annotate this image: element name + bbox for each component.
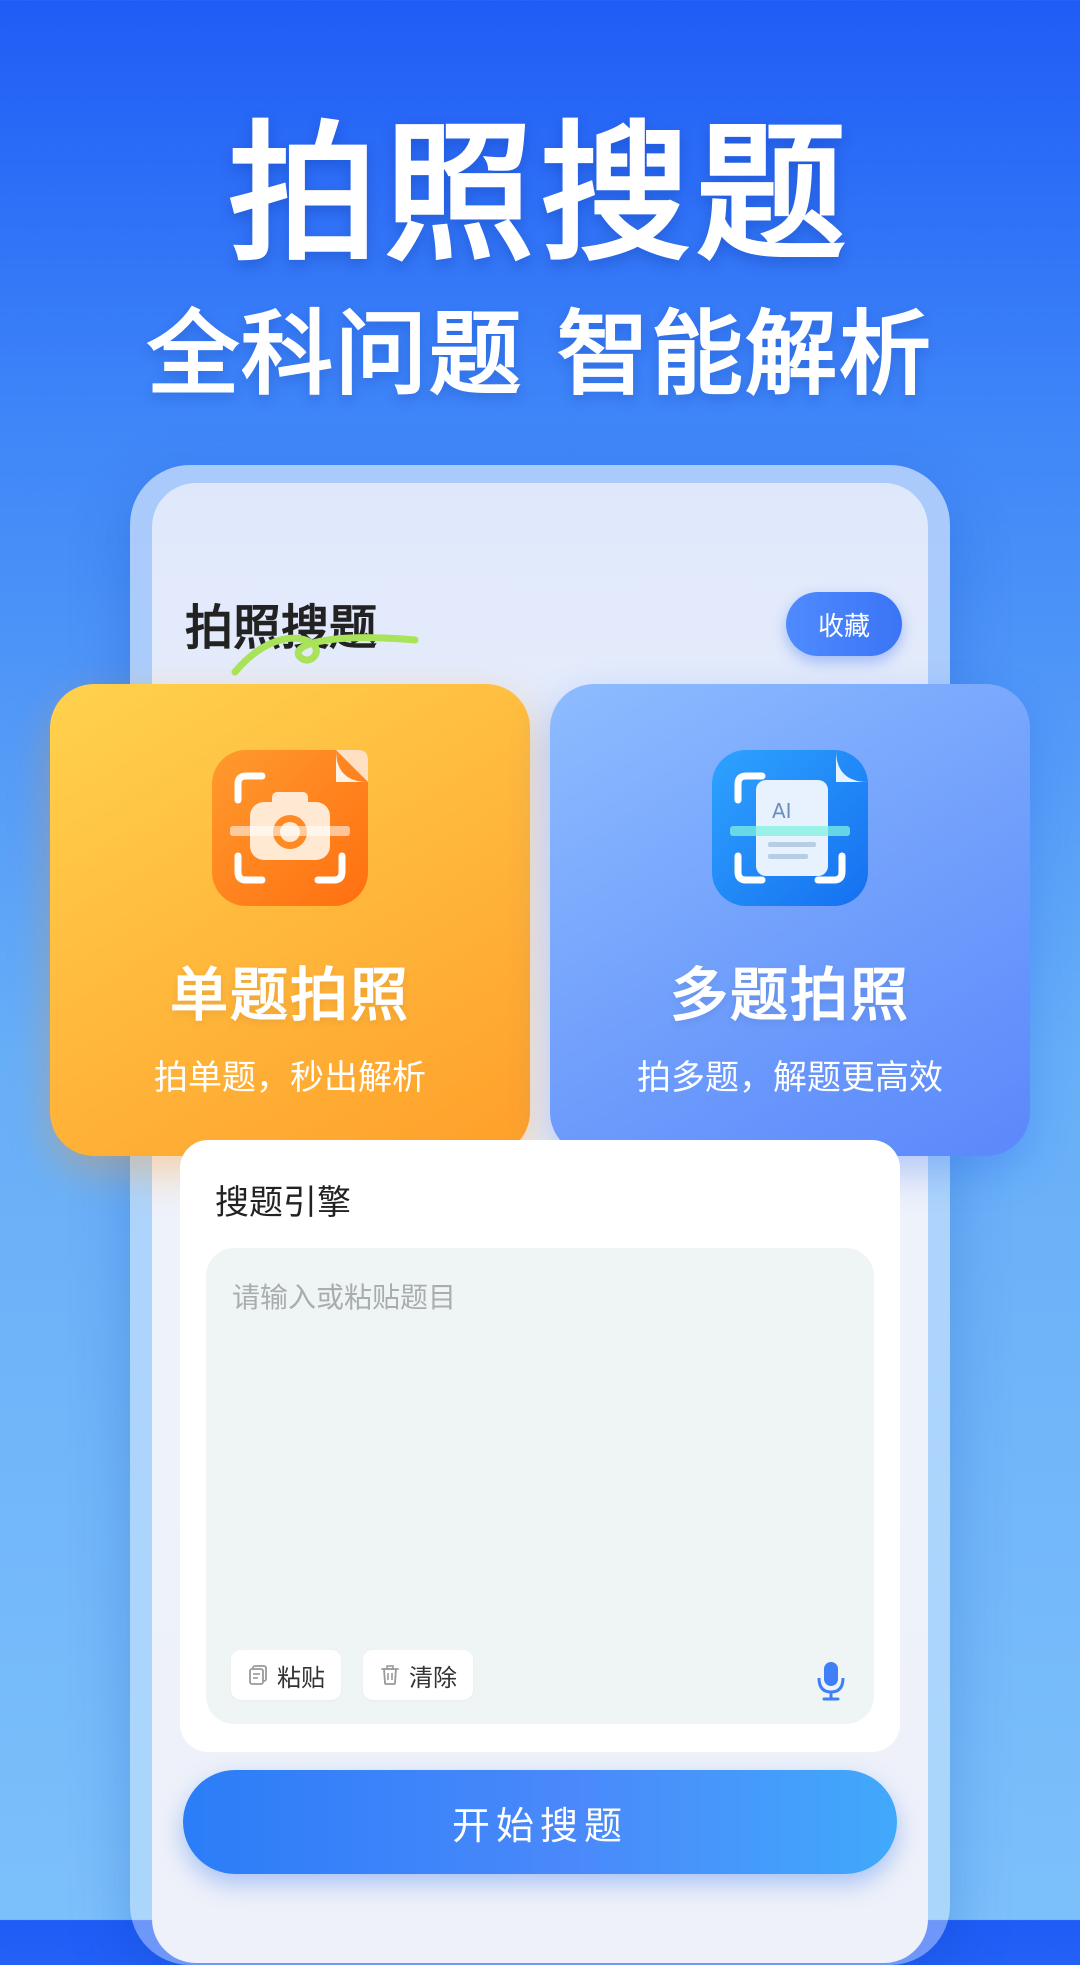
svg-text:AI: AI [772,799,792,823]
paste-button[interactable]: 粘贴 [231,1650,341,1700]
microphone-icon[interactable] [814,1660,848,1702]
swoosh-decoration [231,634,419,676]
trash-icon [381,1665,399,1685]
single-question-desc: 拍单题，秒出解析 [154,1058,426,1098]
hero-title: 拍照搜题 [227,108,852,282]
start-search-button[interactable]: 开始搜题 [183,1770,897,1874]
clear-button[interactable]: 清除 [363,1650,473,1700]
ai-document-scan-icon: AI [712,750,868,906]
paste-icon [249,1665,267,1685]
question-input-placeholder: 请输入或粘贴题目 [232,1281,457,1314]
paste-label: 粘贴 [277,1663,325,1692]
search-engine-label: 搜题引擎 [215,1183,351,1223]
hero-subtitle: 全科问题 智能解析 [146,301,934,408]
multi-question-card[interactable]: AI 多题拍照 拍多题，解题更高效 [550,684,1030,1156]
clear-label: 清除 [409,1663,457,1692]
multi-question-title: 多题拍照 [669,961,910,1029]
single-question-card[interactable]: 单题拍照 拍单题，秒出解析 [50,684,530,1156]
favorites-button[interactable]: 收藏 [786,592,902,656]
single-question-title: 单题拍照 [169,961,410,1029]
camera-scan-icon [212,750,368,906]
multi-question-desc: 拍多题，解题更高效 [637,1058,943,1098]
